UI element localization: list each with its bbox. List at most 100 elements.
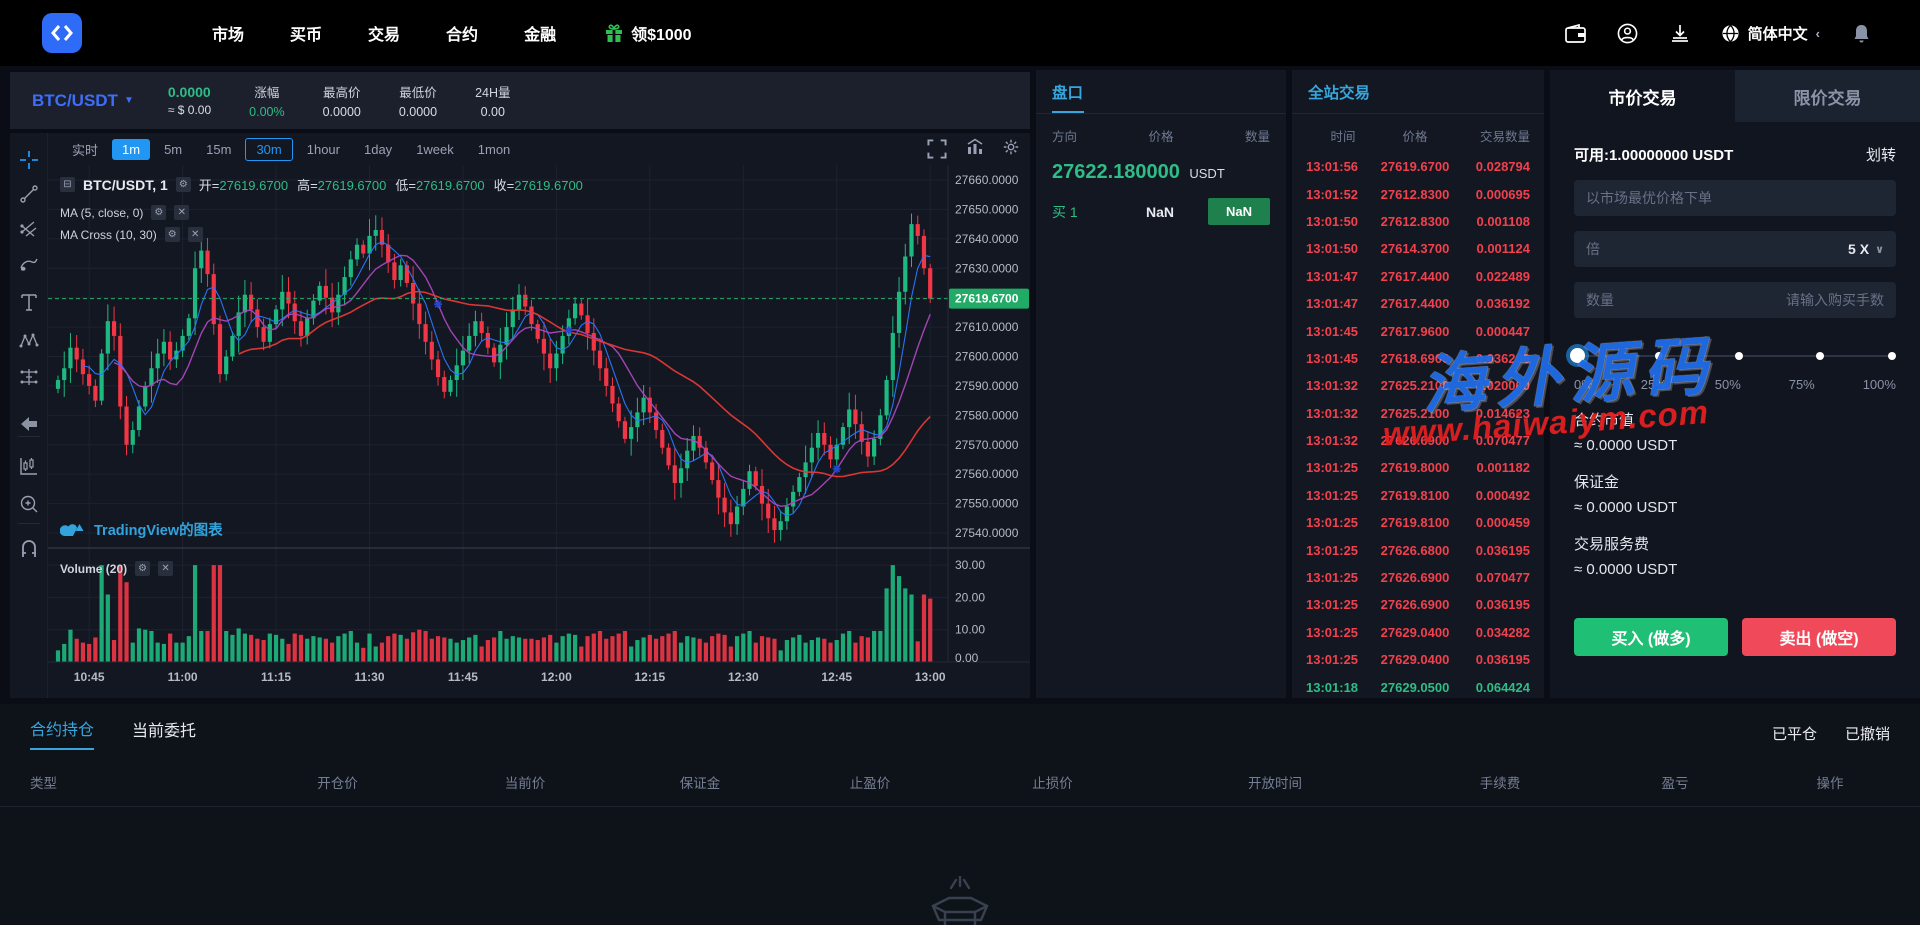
legend-settings-icon[interactable]: ⚙: [175, 177, 191, 192]
timeframe-5m[interactable]: 5m: [154, 139, 192, 160]
quantity-input[interactable]: 数量 请输入购买手数: [1574, 282, 1896, 318]
magnet-icon[interactable]: [18, 538, 40, 560]
trade-row[interactable]: 13:01:50 27612.8300 0.001108: [1292, 208, 1544, 235]
trade-row[interactable]: 13:01:25 27626.6900 0.070477: [1292, 564, 1544, 591]
trade-row[interactable]: 13:01:25 27626.6800 0.036195: [1292, 536, 1544, 563]
trade-row[interactable]: 13:01:18 27629.0500 0.064424: [1292, 673, 1544, 700]
nav-item-4[interactable]: 合约: [446, 21, 478, 45]
trend-line-icon[interactable]: [18, 183, 40, 205]
trade-time: 13:01:25: [1306, 597, 1359, 613]
slider-handle[interactable]: [1570, 348, 1585, 363]
bonus-button[interactable]: 领$1000: [604, 21, 692, 45]
fullscreen-icon[interactable]: [926, 138, 948, 160]
trade-price: 27617.9600: [1380, 323, 1450, 339]
site-logo[interactable]: [42, 13, 82, 53]
candlestick-chart[interactable]: 27660.0000 27650.0000 27640.0000 27630.0000…: [48, 165, 1030, 698]
trade-row[interactable]: 13:01:32 27625.2100 0.014623: [1292, 400, 1544, 427]
slider-dot-25[interactable]: [1654, 352, 1663, 360]
timeframe-实时[interactable]: 实时: [62, 137, 108, 162]
trade-qty: 0.020000: [1475, 378, 1530, 394]
trade-row[interactable]: 13:01:47 27617.4400 0.022489: [1292, 263, 1544, 290]
trade-qty: 0.036206: [1475, 350, 1530, 366]
slider-dot-75[interactable]: [1815, 352, 1824, 360]
trade-row[interactable]: 13:01:52 27612.8300 0.000695: [1292, 180, 1544, 207]
orderbook-row[interactable]: 买 1 NaN NaN: [1036, 188, 1286, 235]
language-selector[interactable]: 简体中文 ‹: [1721, 23, 1820, 44]
ma-cross-settings-icon[interactable]: ⚙: [164, 227, 180, 242]
notifications-bell-icon[interactable]: [1850, 22, 1872, 44]
forecast-tool-icon[interactable]: [18, 366, 40, 388]
closed-positions-link[interactable]: 已平仓: [1772, 723, 1817, 744]
leverage-select[interactable]: 倍 5 X ∨: [1574, 231, 1896, 267]
timeframe-1day[interactable]: 1day: [354, 139, 402, 160]
nav-item-5[interactable]: 金融: [524, 21, 556, 45]
tradingview-attribution[interactable]: TradingView的图表: [60, 519, 223, 540]
cancelled-orders-link[interactable]: 已撤销: [1845, 723, 1890, 744]
trade-time: 13:01:52: [1306, 186, 1359, 202]
tab-limit-trade[interactable]: 限价交易: [1735, 70, 1920, 122]
ticker-stat-value: 0.00: [480, 105, 505, 119]
amount-slider[interactable]: [1570, 348, 1896, 366]
volume-settings-icon[interactable]: ⚙: [135, 561, 151, 576]
trade-row[interactable]: 13:01:45 27618.6900 0.036206: [1292, 345, 1544, 372]
trade-row[interactable]: 13:01:45 27617.9600 0.000447: [1292, 317, 1544, 344]
pitchfork-icon[interactable]: [18, 218, 40, 240]
indicator-icon[interactable]: [966, 138, 984, 156]
timeframe-1hour[interactable]: 1hour: [297, 139, 350, 160]
trade-price: 27629.0400: [1380, 624, 1450, 640]
volume-remove-icon[interactable]: ✕: [158, 561, 174, 576]
trade-row[interactable]: 13:01:25 27629.0400 0.036195: [1292, 646, 1544, 673]
zoom-in-icon[interactable]: [18, 493, 40, 515]
account-icon[interactable]: [1617, 22, 1639, 44]
timeframe-15m[interactable]: 15m: [196, 139, 241, 160]
quantity-label: 数量: [1586, 292, 1614, 308]
slider-dot-100[interactable]: [1888, 352, 1896, 360]
trade-qty: 0.036192: [1475, 296, 1530, 312]
chart-settings-gear-icon[interactable]: [1002, 138, 1020, 156]
collapse-legend-icon[interactable]: ⊟: [60, 177, 75, 192]
trade-row[interactable]: 13:01:25 27629.0400 0.034282: [1292, 619, 1544, 646]
timeframe-30m[interactable]: 30m: [245, 137, 293, 161]
trade-row[interactable]: 13:01:56 27619.6700 0.028794: [1292, 153, 1544, 180]
timeframe-1mon[interactable]: 1mon: [468, 139, 521, 160]
hide-toolbar-arrow-icon[interactable]: [18, 413, 40, 435]
tab-market-trade[interactable]: 市价交易: [1550, 70, 1735, 122]
pair-selector[interactable]: BTC/USDT ▼: [32, 91, 134, 111]
tab-contract-positions[interactable]: 合约持仓: [30, 716, 95, 750]
trade-row[interactable]: 13:01:25 27619.8100 0.000459: [1292, 509, 1544, 536]
wallet-icon[interactable]: [1565, 22, 1587, 44]
trade-row[interactable]: 13:01:25 27626.6900 0.036195: [1292, 591, 1544, 618]
text-tool-icon[interactable]: [18, 291, 40, 313]
timeframe-1m[interactable]: 1m: [112, 138, 151, 160]
buy-long-button[interactable]: 买入 (做多): [1574, 618, 1728, 656]
nav-item-1[interactable]: 市场: [212, 21, 244, 45]
sell-short-button[interactable]: 卖出 (做空): [1742, 618, 1896, 656]
market-price-input[interactable]: 以市场最优价格下单: [1574, 180, 1896, 216]
trade-time: 13:01:25: [1306, 624, 1359, 640]
pair-label: BTC/USDT: [32, 90, 118, 110]
svg-text:13:00: 13:00: [915, 670, 946, 684]
nav-item-3[interactable]: 交易: [368, 21, 400, 45]
ma-settings-icon[interactable]: ⚙: [151, 205, 167, 220]
brush-icon[interactable]: [18, 253, 40, 275]
trade-row[interactable]: 13:01:32 27626.6900 0.070477: [1292, 427, 1544, 454]
trade-row[interactable]: 13:01:25 27619.8100 0.000492: [1292, 482, 1544, 509]
nav-item-2[interactable]: 买币: [290, 21, 322, 45]
timeframe-1week[interactable]: 1week: [406, 139, 464, 160]
trade-row[interactable]: 13:01:25 27619.8000 0.001182: [1292, 454, 1544, 481]
slider-dot-50[interactable]: [1735, 352, 1743, 360]
trade-row[interactable]: 13:01:32 27625.2100 0.020000: [1292, 372, 1544, 399]
trade-time: 13:01:32: [1306, 405, 1359, 421]
download-icon[interactable]: [1669, 22, 1691, 44]
ma-remove-icon[interactable]: ✕: [174, 205, 190, 220]
trade-row[interactable]: 13:01:47 27617.4400 0.036192: [1292, 290, 1544, 317]
ma-cross-remove-icon[interactable]: ✕: [187, 227, 203, 242]
xabcd-pattern-icon[interactable]: [18, 330, 40, 352]
transfer-link[interactable]: 划转: [1866, 144, 1896, 165]
crosshair-icon[interactable]: [18, 149, 40, 171]
tab-open-orders[interactable]: 当前委托: [132, 717, 196, 749]
indicators-panel-icon[interactable]: [18, 455, 40, 477]
chart-legend-row: ⊟ BTC/USDT, 1 ⚙ 开=27619.6700 高=27619.6700…: [60, 175, 583, 194]
orderbook-side: 买 1: [1052, 203, 1078, 220]
trade-row[interactable]: 13:01:50 27614.3700 0.001124: [1292, 235, 1544, 262]
